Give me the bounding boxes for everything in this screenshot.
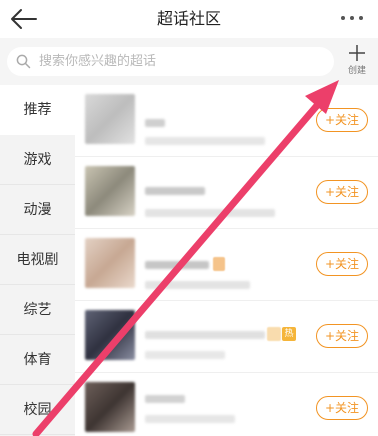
search-input[interactable]: 搜索你感兴趣的超话 — [7, 47, 334, 76]
top-nav-bar: 超话社区 — [0, 0, 378, 38]
sidebar-item-anime[interactable]: 动漫 — [0, 185, 75, 235]
topic-thumbnail — [85, 310, 135, 360]
page-title: 超话社区 — [156, 9, 221, 28]
topic-tag-blurred — [267, 327, 281, 341]
topic-thumbnail — [85, 94, 135, 144]
sidebar-item-sports[interactable]: 体育 — [0, 335, 75, 385]
topic-desc-blurred — [145, 137, 265, 145]
topic-name-blurred — [145, 261, 209, 269]
plus-icon — [349, 45, 365, 61]
sidebar-item-variety[interactable]: 综艺 — [0, 285, 75, 335]
search-placeholder: 搜索你感兴趣的超话 — [39, 54, 157, 69]
topic-name-blurred — [145, 395, 185, 403]
more-dots-icon — [341, 16, 363, 20]
list-item[interactable]: +关注 — [75, 373, 378, 436]
follow-button[interactable]: +关注 — [316, 396, 368, 420]
topic-name-blurred — [145, 187, 205, 195]
topic-thumbnail — [85, 238, 135, 288]
list-item[interactable]: +关注 — [75, 157, 378, 229]
sidebar-item-games[interactable]: 游戏 — [0, 135, 75, 185]
follow-button[interactable]: +关注 — [316, 252, 368, 276]
search-icon — [16, 54, 31, 69]
topic-desc-blurred — [145, 415, 235, 423]
follow-button[interactable]: +关注 — [316, 180, 368, 204]
topic-tag-blurred — [213, 257, 225, 271]
create-label: 创建 — [347, 66, 366, 76]
topic-name-blurred — [145, 119, 165, 127]
topic-thumbnail — [85, 166, 135, 216]
topic-thumbnail — [85, 382, 135, 432]
sidebar-item-campus[interactable]: 校园 — [0, 385, 75, 435]
list-item[interactable]: +关注 — [75, 85, 378, 157]
follow-button[interactable]: +关注 — [316, 324, 368, 348]
search-bar: 搜索你感兴趣的超话 创建 — [0, 38, 378, 85]
category-sidebar: 推荐 游戏 动漫 电视剧 综艺 体育 校园 — [0, 85, 75, 436]
sidebar-item-tv-series[interactable]: 电视剧 — [0, 235, 75, 285]
topic-list: +关注 +关注 +关注 热 +关注 +关注 — [75, 85, 378, 436]
topic-desc-blurred — [145, 351, 225, 359]
list-item[interactable]: +关注 — [75, 229, 378, 301]
topic-desc-blurred — [145, 209, 275, 217]
more-button[interactable] — [338, 8, 366, 28]
topic-name-blurred — [145, 331, 265, 339]
topic-desc-blurred — [145, 281, 250, 289]
create-button[interactable]: 创建 — [344, 44, 370, 80]
hot-badge: 热 — [282, 327, 296, 341]
follow-button[interactable]: +关注 — [316, 108, 368, 132]
list-item[interactable]: 热 +关注 — [75, 301, 378, 373]
sidebar-item-recommend[interactable]: 推荐 — [0, 85, 75, 135]
